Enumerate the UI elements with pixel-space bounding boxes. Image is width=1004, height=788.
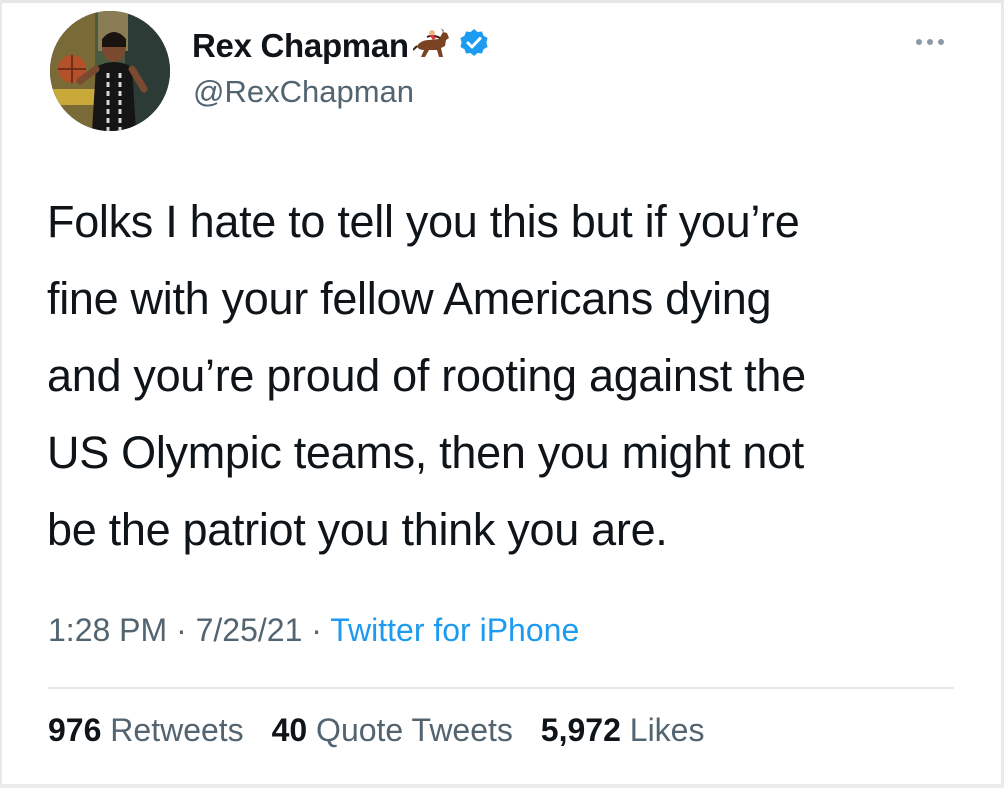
tweet-stats: 976 Retweets 40 Quote Tweets 5,972 Likes — [48, 712, 723, 749]
quote-tweets-count: 40 — [271, 712, 308, 748]
verified-badge-icon — [459, 28, 489, 66]
more-dot — [927, 39, 933, 45]
meta-separator: · — [311, 612, 322, 648]
retweets-label: Retweets — [110, 712, 244, 748]
tweet-date[interactable]: 7/25/21 — [196, 612, 303, 648]
divider — [48, 687, 954, 689]
more-dot — [938, 39, 944, 45]
author-display-name[interactable]: Rex Chapman — [192, 27, 409, 65]
quote-tweets-stat[interactable]: 40 Quote Tweets — [272, 712, 513, 749]
tweet-meta: 1:28 PM · 7/25/21 · Twitter for iPhone — [48, 612, 579, 649]
more-options-icon[interactable] — [905, 32, 955, 52]
more-dot — [916, 39, 922, 45]
avatar[interactable] — [50, 11, 170, 131]
tweet-line: US Olympic teams, then you might not — [47, 427, 805, 478]
likes-stat[interactable]: 5,972 Likes — [541, 712, 705, 749]
horse-racing-icon — [412, 26, 453, 68]
tweet-source-link[interactable]: Twitter for iPhone — [330, 612, 579, 648]
frame-top-border — [0, 0, 1004, 3]
tweet-line: and you’re proud of rooting against the — [47, 350, 806, 401]
tweet-line: Folks I hate to tell you this but if you… — [47, 196, 800, 247]
frame-bottom-border — [0, 784, 1004, 788]
meta-separator: · — [176, 612, 187, 648]
tweet-line: fine with your fellow Americans dying — [47, 273, 772, 324]
tweet-text: Folks I hate to tell you this but if you… — [47, 183, 947, 568]
tweet-line: be the patriot you think you are. — [47, 504, 668, 555]
tweet-time[interactable]: 1:28 PM — [48, 612, 167, 648]
retweets-count: 976 — [48, 712, 102, 748]
quote-tweets-label: Quote Tweets — [316, 712, 513, 748]
retweets-stat[interactable]: 976 Retweets — [48, 712, 244, 749]
frame-left-border — [0, 0, 2, 788]
author-handle[interactable]: @RexChapman — [193, 74, 414, 110]
author-name-row[interactable]: Rex Chapman — [192, 24, 489, 68]
likes-count: 5,972 — [540, 712, 621, 748]
likes-label: Likes — [629, 712, 705, 748]
